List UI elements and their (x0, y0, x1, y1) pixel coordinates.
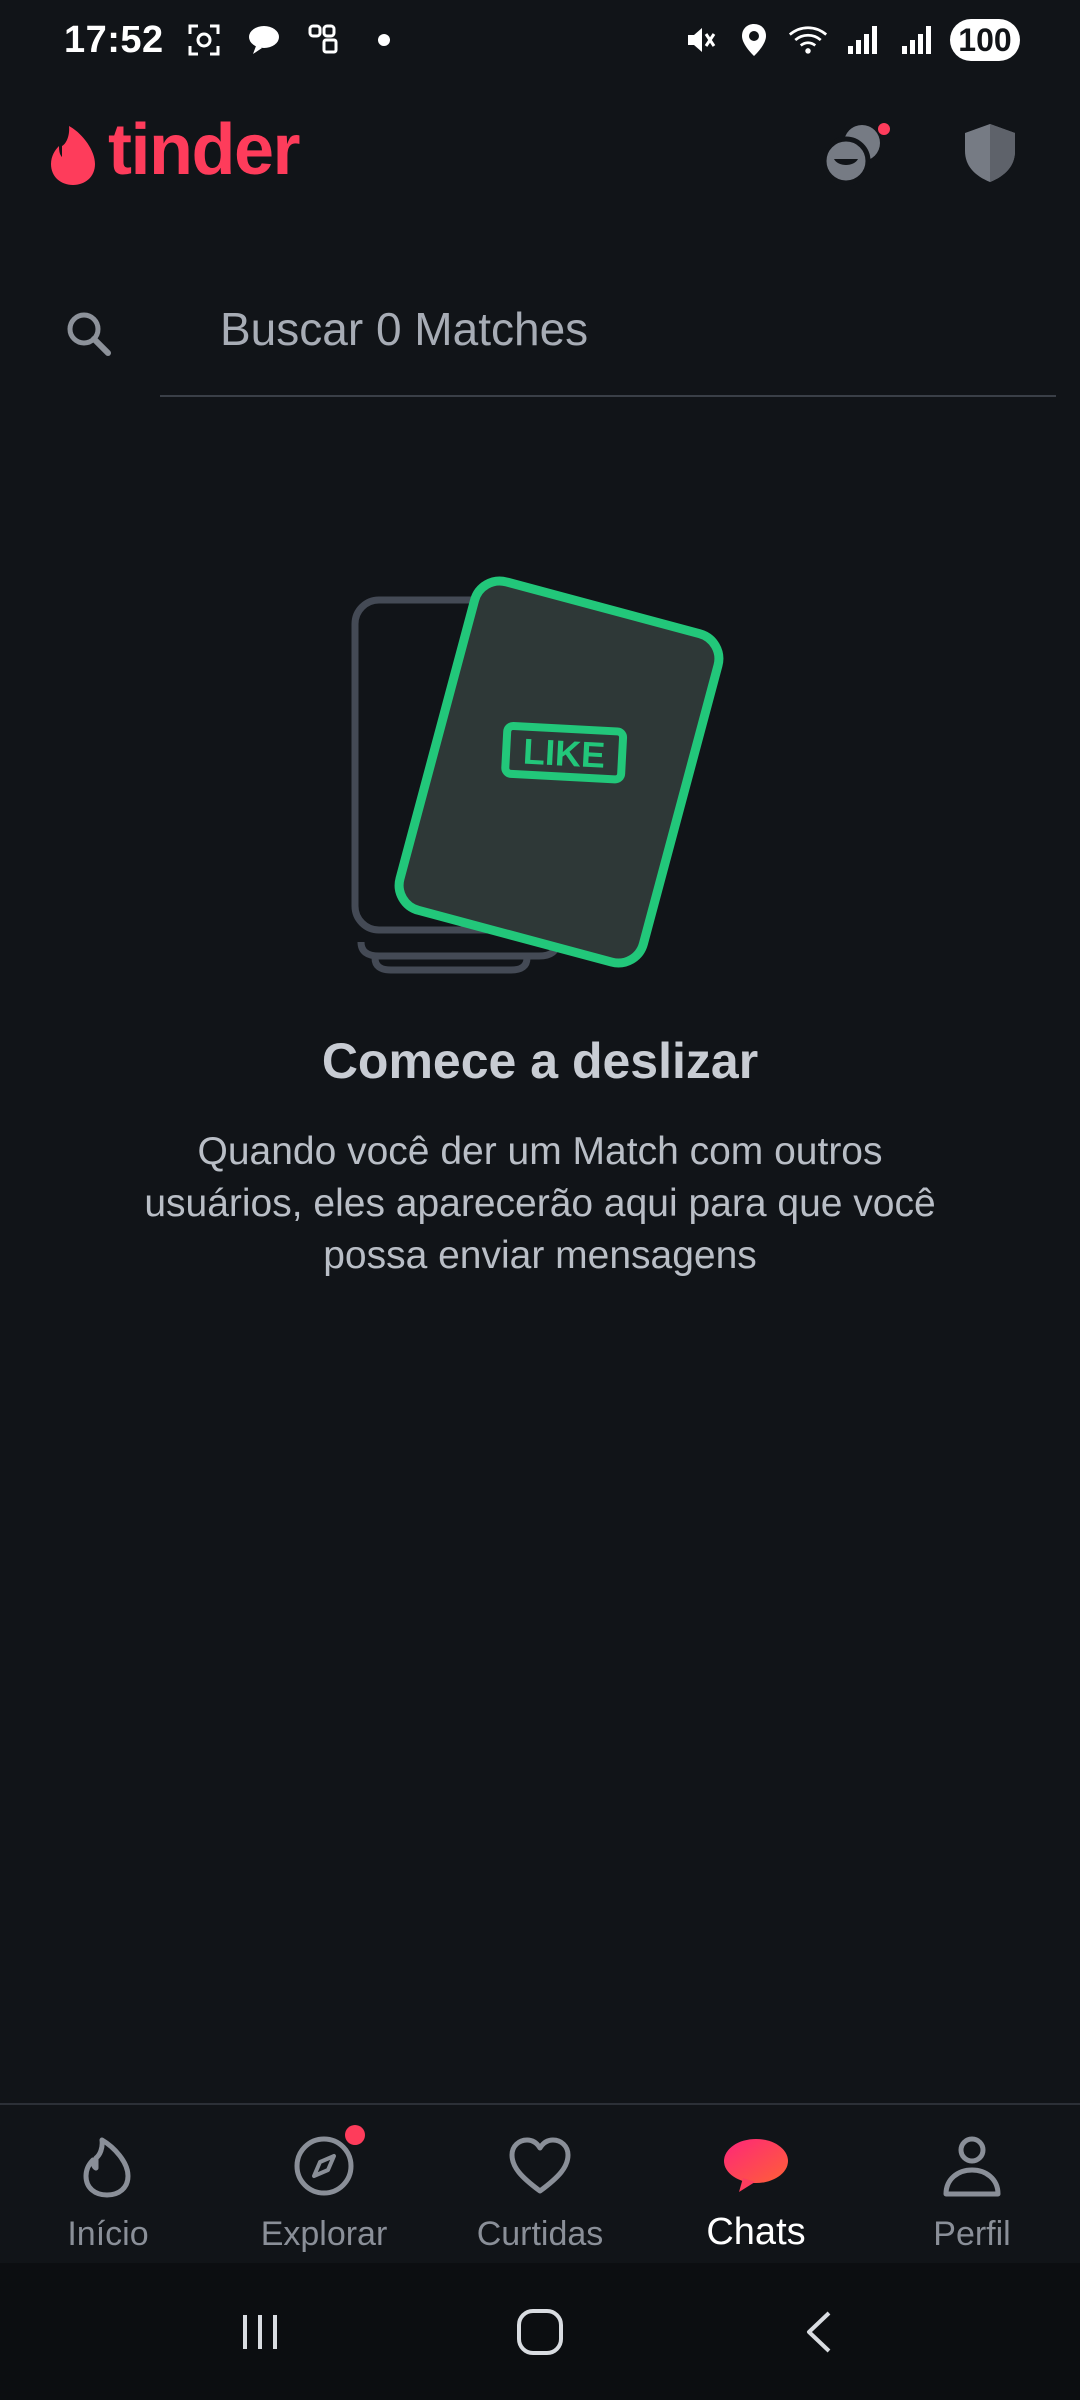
recent-apps-icon (243, 2314, 277, 2349)
like-stamp: LIKE (522, 731, 606, 776)
search-icon (67, 312, 111, 356)
location-icon (734, 20, 774, 60)
signal-icon (896, 20, 936, 60)
header-actions (816, 115, 1028, 191)
back-button[interactable] (780, 2292, 860, 2372)
flame-icon (73, 2131, 143, 2201)
search-input[interactable] (160, 285, 1056, 397)
shield-icon (965, 123, 1015, 182)
empty-state-description: Quando você der um Match com outros usuá… (144, 1130, 936, 1277)
safety-button[interactable] (952, 115, 1028, 191)
status-time: 17:52 (64, 18, 164, 61)
tab-label: Chats (706, 2211, 806, 2253)
tab-perfil[interactable]: Perfil (864, 2105, 1080, 2265)
app-header: tinder (0, 95, 1080, 210)
app-icon (304, 20, 344, 60)
like-card: LIKE (394, 576, 724, 968)
tinder-logo[interactable]: tinder (44, 109, 301, 192)
tab-label: Curtidas (476, 2215, 604, 2253)
mute-icon (680, 20, 720, 60)
bottom-tab-bar: Início Explorar Curtidas Chats Perfil (0, 2103, 1080, 2263)
chat-bubble-icon (244, 20, 284, 60)
home-icon (517, 2308, 563, 2355)
matchmaker-button[interactable] (816, 115, 892, 191)
signal-icon (842, 20, 882, 60)
tab-label: Início (67, 2215, 149, 2253)
tab-chats[interactable]: Chats (648, 2105, 864, 2265)
dot-icon (364, 20, 404, 60)
brand-name: tinder (108, 109, 301, 190)
home-button[interactable] (500, 2292, 580, 2372)
search-bar (60, 285, 1056, 397)
tab-curtidas[interactable]: Curtidas (432, 2105, 648, 2265)
battery-level: 100 (950, 19, 1020, 61)
status-bar: 17:52 100 (0, 0, 1080, 80)
tab-label: Perfil (933, 2215, 1011, 2253)
tab-inicio[interactable]: Início (0, 2105, 216, 2265)
notification-dot (878, 122, 890, 135)
person-icon (937, 2131, 1007, 2201)
status-left: 17:52 (64, 19, 404, 62)
tab-label: Explorar (260, 2215, 388, 2253)
wifi-icon (788, 20, 828, 60)
flame-logo-icon (51, 125, 95, 185)
empty-state-title: Comece a deslizar (321, 1033, 759, 1089)
back-icon (807, 2311, 831, 2352)
tab-explorar[interactable]: Explorar (216, 2105, 432, 2265)
empty-state-illustration: LIKE (351, 576, 724, 974)
notification-dot (345, 2125, 365, 2145)
heart-icon (505, 2131, 575, 2201)
chat-icon (721, 2131, 791, 2201)
compass-icon (289, 2125, 365, 2201)
screenshot-icon (184, 20, 224, 60)
status-right: 100 (680, 19, 1020, 61)
system-navigation-bar (0, 2263, 1080, 2400)
recent-apps-button[interactable] (220, 2292, 300, 2372)
